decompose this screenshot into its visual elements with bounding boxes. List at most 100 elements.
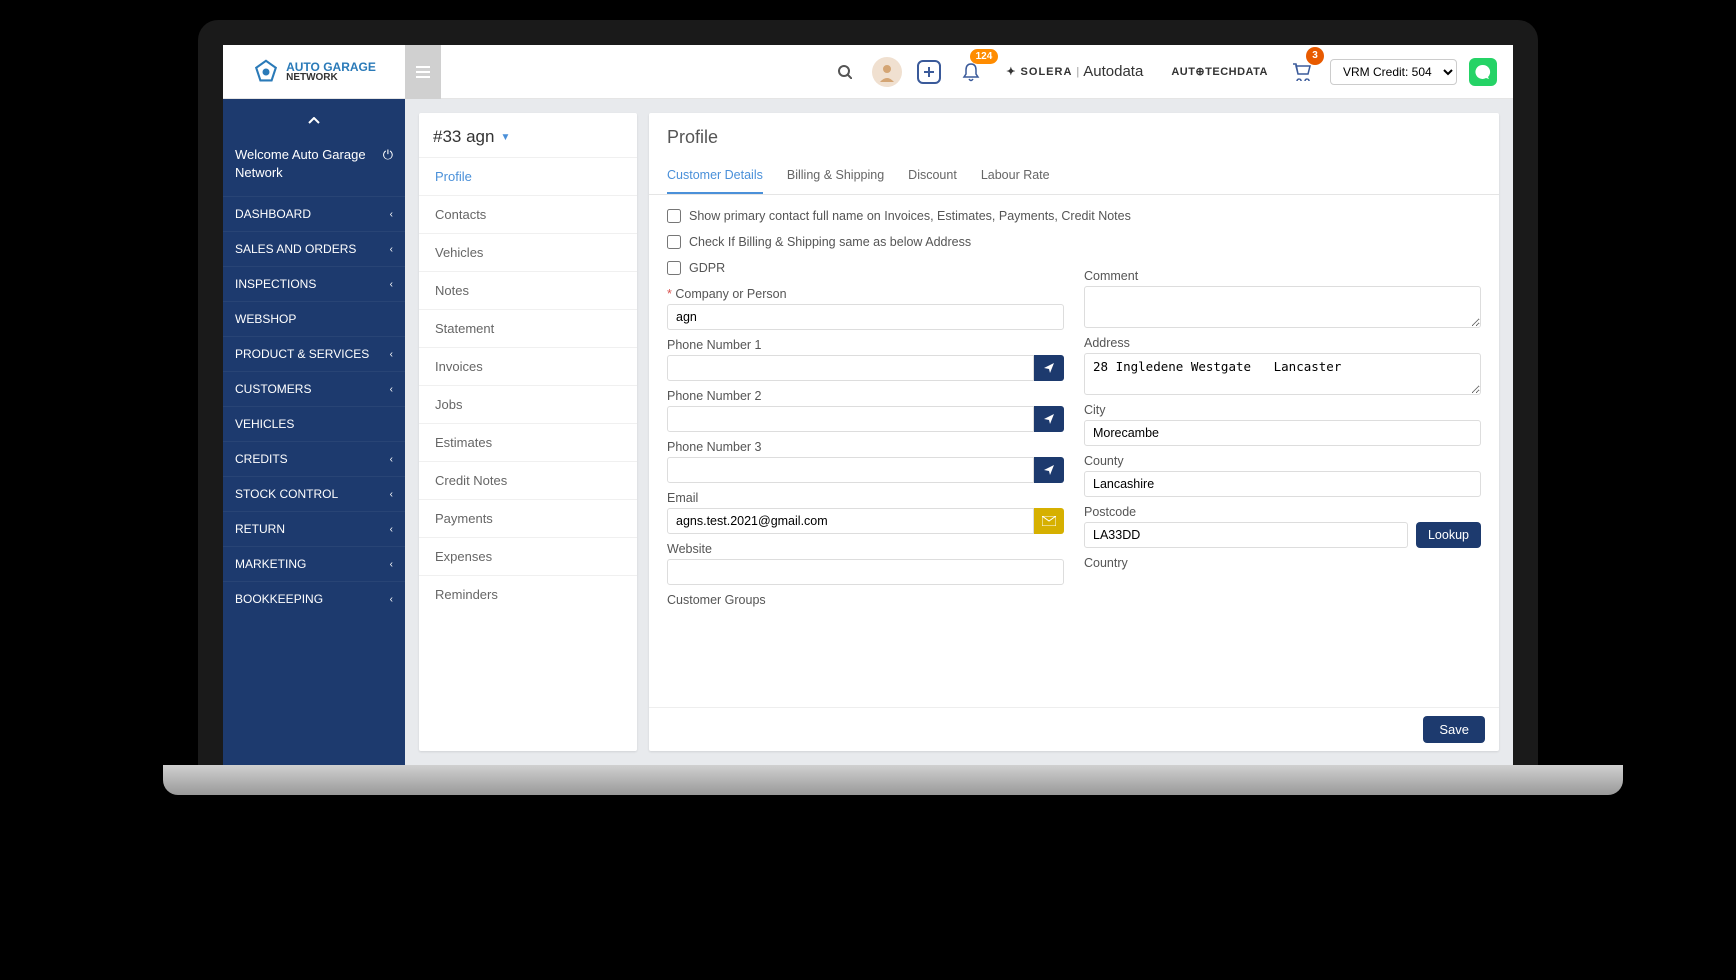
email-input[interactable] bbox=[667, 508, 1034, 534]
phone1-input[interactable] bbox=[667, 355, 1034, 381]
search-button[interactable] bbox=[830, 57, 860, 87]
lookup-button[interactable]: Lookup bbox=[1416, 522, 1481, 548]
app-header: AUTO GARAGE NETWORK 124 ✦ SOLERA bbox=[223, 45, 1513, 99]
credit-select[interactable]: VRM Credit: 504 bbox=[1330, 59, 1457, 85]
sidebar-item-inspections[interactable]: INSPECTIONS‹ bbox=[223, 266, 405, 301]
whatsapp-button[interactable] bbox=[1469, 58, 1497, 86]
label-groups: Customer Groups bbox=[667, 593, 1064, 607]
power-icon[interactable]: ⏻ bbox=[383, 146, 393, 164]
sidebar-item-vehicles[interactable]: VEHICLES bbox=[223, 406, 405, 441]
checkbox-billing-same-input[interactable] bbox=[667, 235, 681, 249]
customer-title[interactable]: #33 agn ▼ bbox=[419, 113, 637, 157]
label-email: Email bbox=[667, 491, 1064, 505]
sidebar-item-stock[interactable]: STOCK CONTROL‹ bbox=[223, 476, 405, 511]
label-website: Website bbox=[667, 542, 1064, 556]
sidebar-item-customers[interactable]: CUSTOMERS‹ bbox=[223, 371, 405, 406]
cart-button[interactable]: 3 bbox=[1288, 57, 1318, 87]
sidebar-collapse-icon[interactable] bbox=[223, 99, 405, 138]
city-input[interactable] bbox=[1084, 420, 1481, 446]
checkbox-gdpr-input[interactable] bbox=[667, 261, 681, 275]
email-send-button[interactable] bbox=[1034, 508, 1064, 534]
sidebar-item-credits[interactable]: CREDITS‹ bbox=[223, 441, 405, 476]
solera-autodata-logo: ✦ SOLERA | Autodata bbox=[1006, 60, 1143, 84]
checkbox-gdpr[interactable]: GDPR bbox=[667, 261, 1064, 275]
logo-icon bbox=[252, 58, 280, 86]
menu-toggle-button[interactable] bbox=[405, 45, 441, 99]
sidebar-item-return[interactable]: RETURN‹ bbox=[223, 511, 405, 546]
subnav-jobs[interactable]: Jobs bbox=[419, 385, 637, 423]
sidebar-item-bookkeeping[interactable]: BOOKKEEPING‹ bbox=[223, 581, 405, 616]
subnav-notes[interactable]: Notes bbox=[419, 271, 637, 309]
autotechdata-logo: AUT⊕TECHDATA bbox=[1171, 60, 1268, 84]
label-county: County bbox=[1084, 454, 1481, 468]
website-input[interactable] bbox=[667, 559, 1064, 585]
comment-input[interactable] bbox=[1084, 286, 1481, 328]
logo-text-top: AUTO GARAGE bbox=[286, 61, 376, 73]
company-input[interactable] bbox=[667, 304, 1064, 330]
subnav-payments[interactable]: Payments bbox=[419, 499, 637, 537]
avatar[interactable] bbox=[872, 57, 902, 87]
tab-billing[interactable]: Billing & Shipping bbox=[787, 158, 884, 194]
label-postcode: Postcode bbox=[1084, 505, 1481, 519]
bell-icon bbox=[962, 62, 980, 82]
checkbox-primary-contact[interactable]: Show primary contact full name on Invoic… bbox=[667, 209, 1481, 223]
send-icon bbox=[1043, 464, 1055, 476]
customer-subnav: #33 agn ▼ Profile Contacts Vehicles Note… bbox=[419, 113, 637, 751]
content-area: #33 agn ▼ Profile Contacts Vehicles Note… bbox=[405, 99, 1513, 765]
send-icon bbox=[1043, 413, 1055, 425]
subnav-reminders[interactable]: Reminders bbox=[419, 575, 637, 613]
subnav-invoices[interactable]: Invoices bbox=[419, 347, 637, 385]
sidebar-item-dashboard[interactable]: DASHBOARD‹ bbox=[223, 196, 405, 231]
sidebar-item-marketing[interactable]: MARKETING‹ bbox=[223, 546, 405, 581]
tab-labour[interactable]: Labour Rate bbox=[981, 158, 1050, 194]
sidebar-item-products[interactable]: PRODUCT & SERVICES‹ bbox=[223, 336, 405, 371]
profile-tabs: Customer Details Billing & Shipping Disc… bbox=[649, 158, 1499, 195]
page-title: Profile bbox=[649, 113, 1499, 158]
subnav-expenses[interactable]: Expenses bbox=[419, 537, 637, 575]
checkbox-primary-contact-input[interactable] bbox=[667, 209, 681, 223]
checkbox-billing-same[interactable]: Check If Billing & Shipping same as belo… bbox=[667, 235, 1481, 249]
cart-icon bbox=[1293, 63, 1313, 81]
notifications-button -button[interactable]: 124 bbox=[956, 57, 986, 87]
label-comment: Comment bbox=[1084, 269, 1481, 283]
sidebar-item-webshop[interactable]: WEBSHOP bbox=[223, 301, 405, 336]
postcode-input[interactable] bbox=[1084, 522, 1408, 548]
plus-icon bbox=[923, 66, 935, 78]
label-phone3: Phone Number 3 bbox=[667, 440, 1064, 454]
whatsapp-icon bbox=[1475, 64, 1491, 80]
label-company: * Company or Person bbox=[667, 287, 1064, 301]
tab-discount[interactable]: Discount bbox=[908, 158, 957, 194]
phone3-send-button[interactable] bbox=[1034, 457, 1064, 483]
save-button[interactable]: Save bbox=[1423, 716, 1485, 743]
subnav-contacts[interactable]: Contacts bbox=[419, 195, 637, 233]
subnav-statement[interactable]: Statement bbox=[419, 309, 637, 347]
cart-badge: 3 bbox=[1306, 47, 1324, 65]
search-icon bbox=[838, 65, 852, 79]
avatar-icon bbox=[877, 62, 897, 82]
sidebar: Welcome Auto Garage Network ⏻ DASHBOARD‹… bbox=[223, 99, 405, 765]
label-country: Country bbox=[1084, 556, 1481, 570]
subnav-profile[interactable]: Profile bbox=[419, 157, 637, 195]
logo[interactable]: AUTO GARAGE NETWORK bbox=[223, 45, 405, 99]
county-input[interactable] bbox=[1084, 471, 1481, 497]
profile-panel: Profile Customer Details Billing & Shipp… bbox=[649, 113, 1499, 751]
label-phone1: Phone Number 1 bbox=[667, 338, 1064, 352]
address-input[interactable]: 28 Ingledene Westgate Lancaster bbox=[1084, 353, 1481, 395]
label-city: City bbox=[1084, 403, 1481, 417]
phone2-input[interactable] bbox=[667, 406, 1034, 432]
caret-down-icon: ▼ bbox=[500, 132, 510, 143]
mail-icon bbox=[1042, 516, 1056, 526]
phone2-send-button[interactable] bbox=[1034, 406, 1064, 432]
label-address: Address bbox=[1084, 336, 1481, 350]
subnav-estimates[interactable]: Estimates bbox=[419, 423, 637, 461]
phone1-send-button[interactable] bbox=[1034, 355, 1064, 381]
tab-customer-details[interactable]: Customer Details bbox=[667, 158, 763, 194]
subnav-vehicles[interactable]: Vehicles bbox=[419, 233, 637, 271]
sidebar-item-sales[interactable]: SALES AND ORDERS‹ bbox=[223, 231, 405, 266]
chevron-up-icon bbox=[308, 117, 320, 125]
subnav-creditnotes[interactable]: Credit Notes bbox=[419, 461, 637, 499]
add-button[interactable] bbox=[914, 57, 944, 87]
label-phone2: Phone Number 2 bbox=[667, 389, 1064, 403]
hamburger-icon bbox=[416, 66, 430, 78]
phone3-input[interactable] bbox=[667, 457, 1034, 483]
